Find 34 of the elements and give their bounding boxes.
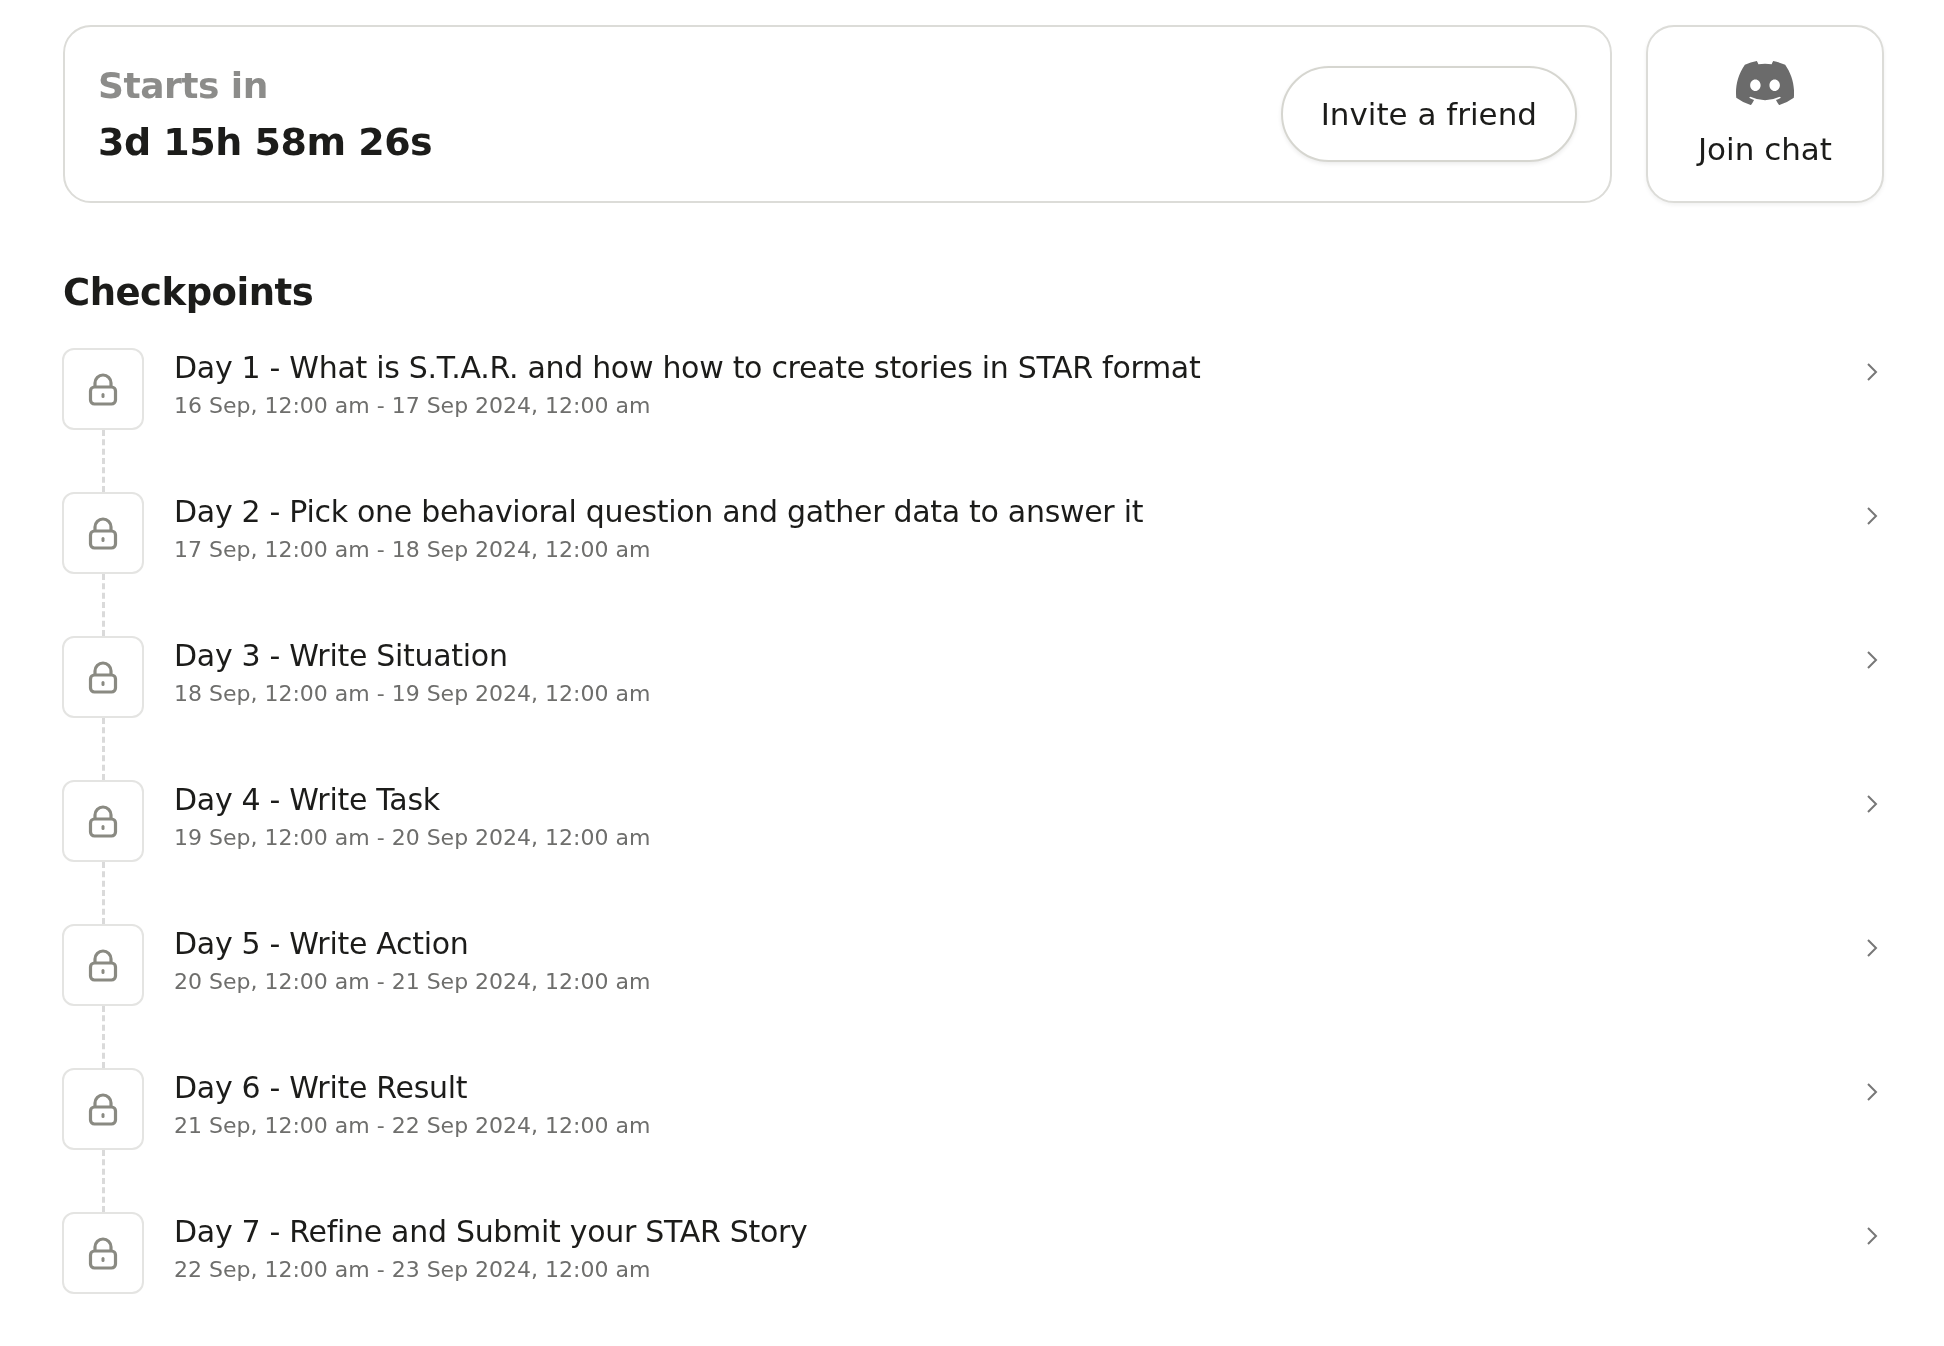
checkpoint-dates: 17 Sep, 12:00 am - 18 Sep 2024, 12:00 am	[174, 537, 652, 562]
countdown-timer: 3d 15h 58m 26s	[98, 119, 433, 164]
checkpoint-item[interactable]: Day 3 - Write Situation 18 Sep, 12:00 am - 19 Sep 2024, 12:00 am	[63, 636, 1884, 780]
chevron-right-icon	[1866, 938, 1878, 958]
join-chat-button[interactable]: Join chat	[1646, 25, 1884, 203]
checkpoint-title: Day 2 - Pick one behavioral question and gather data to answer it	[174, 494, 1145, 529]
checkpoint-title: Day 3 - Write Situation	[174, 638, 509, 673]
checkpoint-dates: 20 Sep, 12:00 am - 21 Sep 2024, 12:00 am	[174, 969, 652, 994]
checkpoint-item[interactable]: Day 1 - What is S.T.A.R. and how how to create stories in STAR format 16 Sep, 12:00 am - 17 Sep 2024, 12:00 am	[63, 348, 1884, 492]
chevron-right-icon	[1866, 794, 1878, 814]
checkpoint-item[interactable]: Day 5 - Write Action 20 Sep, 12:00 am - 21 Sep 2024, 12:00 am	[63, 924, 1884, 1068]
chevron-right-icon	[1866, 362, 1878, 382]
checkpoint-dates: 19 Sep, 12:00 am - 20 Sep 2024, 12:00 am	[174, 825, 652, 850]
checkpoint-dates: 21 Sep, 12:00 am - 22 Sep 2024, 12:00 am	[174, 1113, 652, 1138]
countdown-label: Starts in	[98, 64, 269, 106]
invite-button[interactable]: Invite a friend	[1280, 66, 1577, 162]
checkpoint-item[interactable]: Day 4 - Write Task 19 Sep, 12:00 am - 20 Sep 2024, 12:00 am	[63, 780, 1884, 924]
checkpoint-title: Day 4 - Write Task	[174, 782, 441, 817]
checkpoint-title: Day 6 - Write Result	[174, 1070, 469, 1105]
checkpoint-dates: 18 Sep, 12:00 am - 19 Sep 2024, 12:00 am	[174, 681, 652, 706]
checkpoint-title: Day 7 - Refine and Submit your STAR Story	[174, 1214, 809, 1249]
checkpoint-title: Day 5 - Write Action	[174, 926, 470, 961]
checkpoint-item[interactable]: Day 7 - Refine and Submit your STAR Story 22 Sep, 12:00 am - 23 Sep 2024, 12:00 am	[63, 1212, 1884, 1346]
checkpoint-item[interactable]: Day 6 - Write Result 21 Sep, 12:00 am - 22 Sep 2024, 12:00 am	[63, 1068, 1884, 1212]
chat-icon	[1736, 61, 1794, 105]
chevron-right-icon	[1866, 1226, 1878, 1246]
chevron-right-icon	[1866, 650, 1878, 670]
checkpoint-item[interactable]: Day 2 - Pick one behavioral question and gather data to answer it 17 Sep, 12:00 am - 18 Sep 2024, 12:00 am	[63, 492, 1884, 636]
checkpoint-title: Day 1 - What is S.T.A.R. and how how to create stories in STAR format	[174, 350, 1202, 385]
chevron-right-icon	[1866, 506, 1878, 526]
chevron-right-icon	[1866, 1082, 1878, 1102]
section-title: Checkpoints	[63, 271, 315, 314]
checkpoint-dates: 22 Sep, 12:00 am - 23 Sep 2024, 12:00 am	[174, 1257, 652, 1282]
checkpoint-dates: 16 Sep, 12:00 am - 17 Sep 2024, 12:00 am	[174, 393, 652, 418]
